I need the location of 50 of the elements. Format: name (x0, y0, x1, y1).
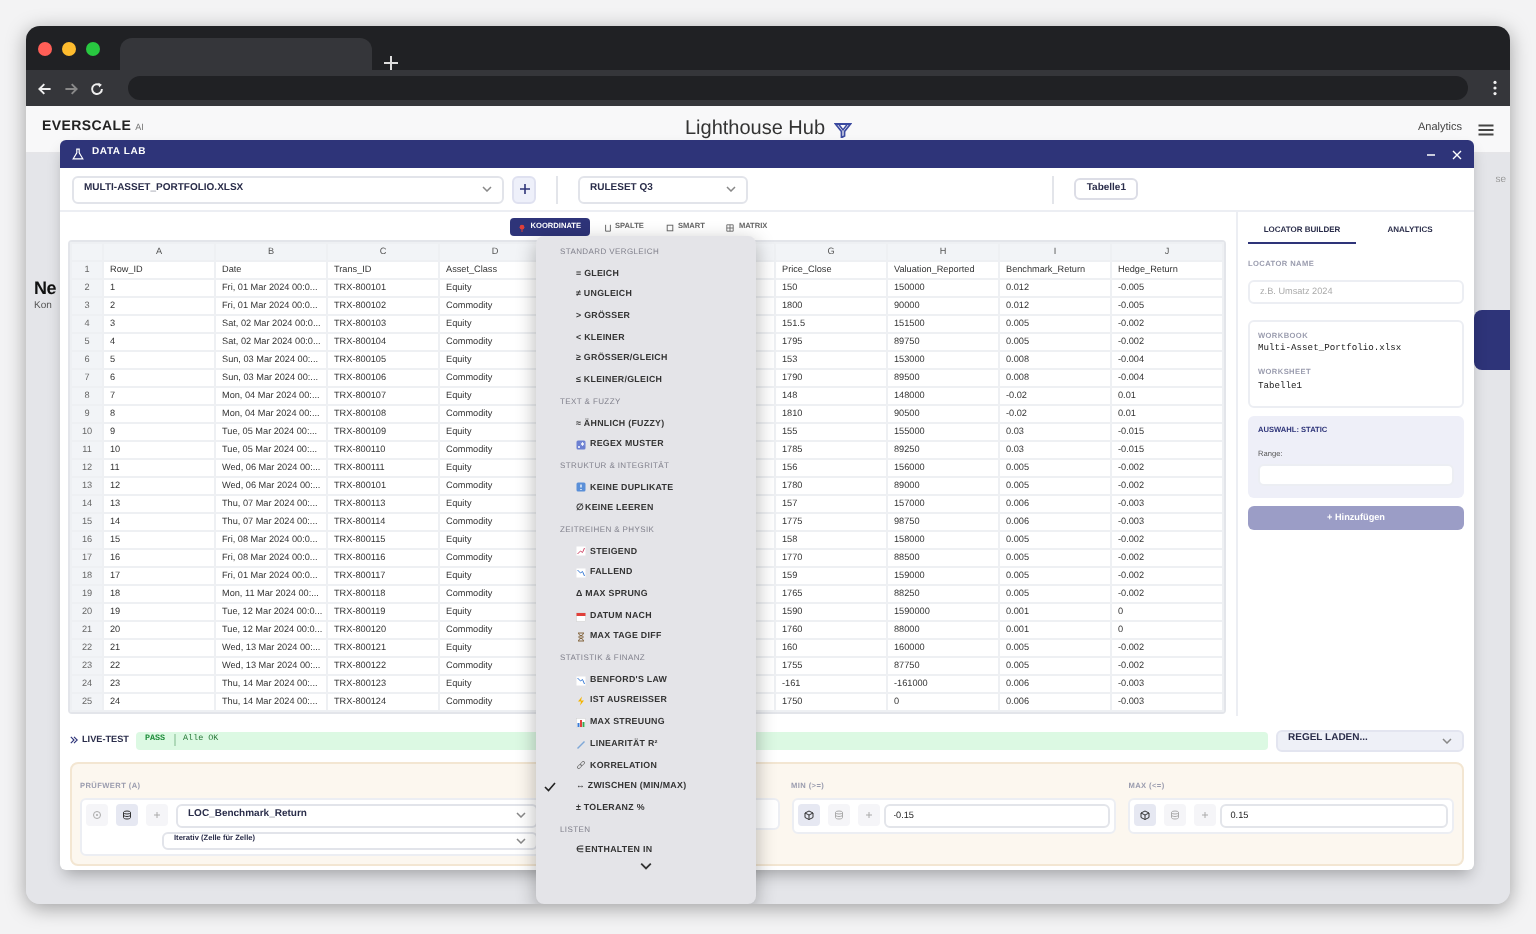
plus-icon (1200, 810, 1211, 821)
source-button[interactable] (797, 804, 819, 827)
more-icon[interactable] (1492, 80, 1498, 96)
hourglass-icon (576, 632, 586, 643)
new-tab-icon[interactable] (384, 56, 398, 70)
target-icon (92, 810, 102, 821)
reload-icon[interactable] (90, 81, 104, 95)
checkmark-icon (543, 782, 555, 793)
bars-icon (576, 717, 586, 728)
bolt-icon (576, 696, 586, 707)
database-icon (1170, 810, 1181, 821)
column-icon (603, 223, 612, 231)
pin-icon (518, 223, 527, 231)
database-icon (122, 810, 132, 821)
plus-icon (519, 184, 529, 194)
duplicate-icon (576, 482, 586, 493)
falling-icon (576, 675, 586, 686)
cube-icon (803, 810, 813, 821)
chevrons-icon (70, 735, 78, 744)
database-icon (833, 810, 843, 821)
regex-icon (576, 440, 586, 451)
minimize-icon[interactable] (1426, 149, 1436, 159)
flask-icon (72, 148, 84, 160)
page-heading: Ne (34, 278, 56, 300)
menu-icon[interactable] (1478, 123, 1494, 135)
source-button[interactable] (116, 804, 138, 827)
calendar-icon (576, 611, 586, 622)
caret-icon (515, 837, 526, 844)
source-button[interactable] (1134, 804, 1157, 827)
forward-icon[interactable] (64, 81, 78, 95)
funnel-icon (833, 121, 852, 137)
app-title: Lighthouse Hub (684, 116, 826, 144)
smart-icon (665, 223, 674, 231)
plus-icon (152, 810, 162, 821)
ruler-icon (576, 739, 586, 750)
plus-icon (863, 810, 873, 821)
cube-icon (1140, 810, 1151, 821)
chevron-down-icon[interactable] (640, 861, 652, 870)
add-button[interactable] (512, 175, 536, 203)
rising-icon (576, 546, 586, 557)
caret-icon (726, 186, 736, 192)
close-icon[interactable] (1452, 149, 1462, 159)
link-icon (576, 760, 586, 771)
back-icon[interactable] (38, 81, 52, 95)
grid-icon (726, 223, 735, 231)
caret-icon (515, 812, 526, 819)
caret-icon (1442, 737, 1452, 743)
caret-icon (482, 186, 492, 192)
page-panel (1474, 309, 1510, 369)
falling-icon (576, 568, 586, 579)
